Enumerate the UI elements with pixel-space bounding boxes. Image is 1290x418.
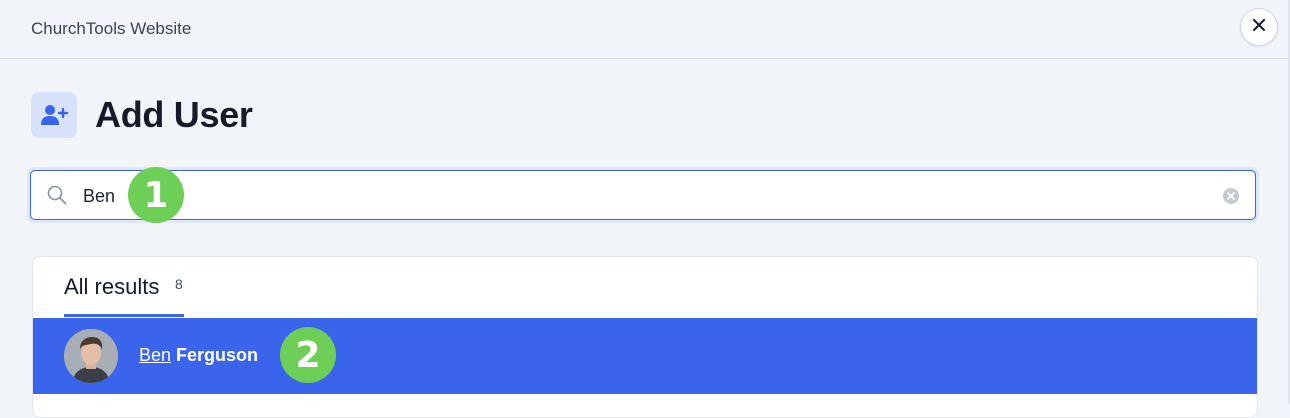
result-name-match: Ben [139,345,172,365]
clear-icon[interactable] [1222,187,1240,210]
user-plus-icon [31,92,77,138]
results-card: All results 8 Ben Ferguson [32,256,1258,418]
result-name-rest: Ferguson [171,345,259,365]
add-user-dialog: ChurchTools Website Add User Ben 1 All r… [0,0,1290,418]
annotation-badge-2: 2 [280,327,336,383]
search-box [30,170,1256,220]
close-button[interactable] [1240,8,1278,46]
search-input[interactable] [81,179,1205,213]
dialog-header: ChurchTools Website [0,0,1288,59]
tab-count: 8 [175,276,183,292]
window-title: ChurchTools Website [31,19,192,38]
avatar [64,329,118,383]
result-name[interactable]: Ben Ferguson [139,345,258,366]
page-title: Add User [95,94,253,135]
result-row[interactable]: Ben Ferguson [33,318,1257,394]
tab-active-indicator [64,314,184,317]
search-icon [47,185,67,210]
tab-label: All results [64,274,160,299]
close-icon [1252,18,1266,37]
title-row: Add User [31,92,253,138]
results-tabs: All results 8 [33,257,1257,318]
annotation-badge-1: 1 [128,167,184,223]
